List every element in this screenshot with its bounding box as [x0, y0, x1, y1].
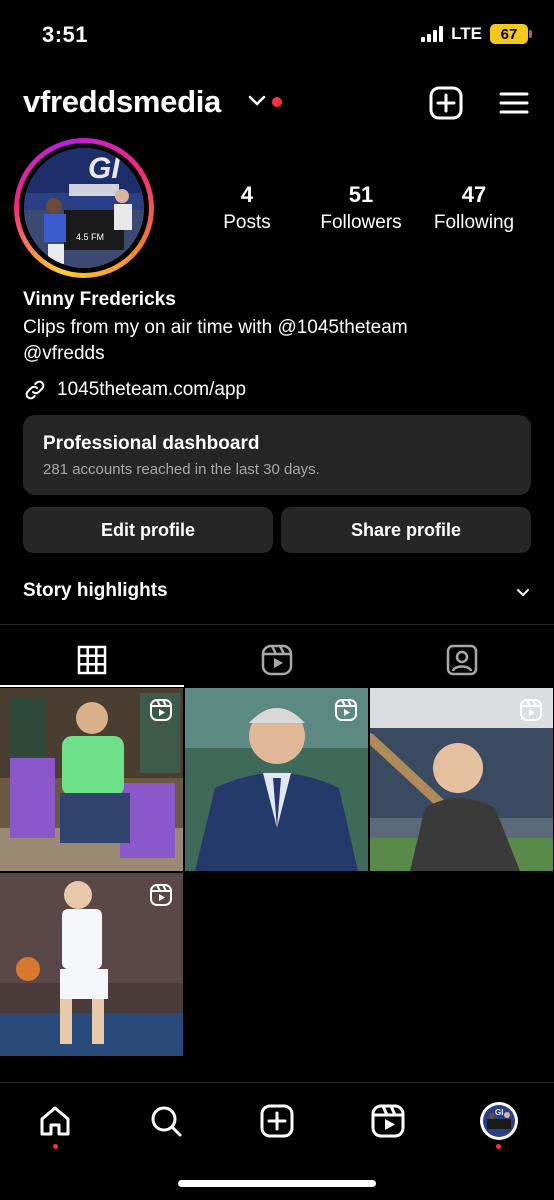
create-post-button[interactable] [429, 86, 463, 120]
notification-dot [53, 1144, 58, 1149]
dashboard-title: Professional dashboard [43, 433, 260, 454]
profile-avatar-story-ring[interactable]: GI 4.5 FM [14, 138, 154, 278]
create-icon [260, 1104, 294, 1138]
reels-icon [261, 644, 293, 676]
divider [0, 624, 554, 625]
full-name: Vinny Fredericks [23, 289, 176, 310]
following-label: Following [433, 212, 515, 233]
tab-reels[interactable] [185, 634, 369, 686]
profile-avatar-icon: GI [480, 1102, 518, 1140]
profile-header: vfreddsmedia [0, 80, 554, 128]
search-icon [151, 1106, 182, 1137]
posts-stat[interactable]: 4 Posts [222, 182, 272, 234]
reel-badge-icon [149, 883, 173, 912]
following-count: 47 [461, 182, 487, 207]
bio: Clips from my on air time with @1045thet… [23, 315, 408, 367]
link-icon [25, 380, 45, 400]
battery-icon: 67 [490, 24, 532, 44]
chevron-down-icon[interactable] [516, 585, 530, 603]
status-bar: 3:51 LTE 67 [0, 0, 554, 70]
network-type: LTE [451, 24, 482, 43]
status-indicators: LTE 67 [421, 24, 532, 44]
nav-search[interactable] [144, 1099, 188, 1143]
share-profile-button[interactable]: Share profile [281, 507, 531, 553]
menu-button[interactable] [497, 86, 531, 120]
followers-label: Followers [320, 212, 402, 233]
bio-line: Clips from my on air time with @1045thet… [23, 317, 408, 338]
battery-level: 67 [500, 25, 518, 43]
chevron-down-icon[interactable] [248, 94, 266, 112]
nav-profile[interactable]: GI [477, 1099, 521, 1143]
grid-post[interactable] [185, 688, 368, 871]
nav-home[interactable] [33, 1099, 77, 1143]
active-tab-indicator [0, 685, 184, 687]
followers-count: 51 [348, 182, 374, 207]
bio-link[interactable]: 1045theteam.com/app [23, 378, 246, 402]
following-stat[interactable]: 47 Following [428, 182, 520, 234]
reel-badge-icon [519, 698, 543, 727]
posts-count: 4 [240, 182, 254, 207]
home-indicator [178, 1180, 376, 1187]
edit-profile-button[interactable]: Edit profile [23, 507, 273, 553]
tagged-icon [446, 644, 478, 676]
svg-text:GI: GI [88, 152, 120, 185]
account-switcher-username[interactable]: vfreddsmedia [23, 84, 221, 120]
status-time: 3:51 [42, 22, 89, 47]
grid-icon [77, 645, 107, 675]
grid-post[interactable] [370, 688, 553, 871]
profile-avatar: GI 4.5 FM [24, 148, 144, 268]
story-highlights-label[interactable]: Story highlights [23, 580, 168, 602]
bio-link-text[interactable]: 1045theteam.com/app [57, 379, 246, 401]
svg-text:4.5 FM: 4.5 FM [76, 232, 104, 242]
grid-post[interactable] [0, 873, 183, 1056]
notification-dot [496, 1144, 501, 1149]
menu-icon [499, 92, 529, 114]
posts-label: Posts [223, 212, 271, 233]
tab-tagged[interactable] [370, 634, 554, 686]
plus-square-icon [429, 86, 463, 120]
bio-mention[interactable]: @vfredds [23, 343, 105, 364]
followers-stat[interactable]: 51 Followers [313, 182, 409, 234]
home-icon [40, 1106, 70, 1136]
nav-create[interactable] [255, 1099, 299, 1143]
nav-reels[interactable] [366, 1099, 410, 1143]
svg-text:GI: GI [495, 1108, 503, 1117]
signal-icon [421, 26, 444, 42]
professional-dashboard-card[interactable]: Professional dashboard 281 accounts reac… [23, 415, 531, 495]
reels-icon [371, 1104, 405, 1138]
grid-post[interactable] [0, 688, 183, 871]
dashboard-subtitle: 281 accounts reached in the last 30 days… [43, 461, 320, 478]
tab-grid[interactable] [0, 634, 184, 686]
notification-dot [272, 97, 282, 107]
reel-badge-icon [334, 698, 358, 727]
reel-badge-icon [149, 698, 173, 727]
